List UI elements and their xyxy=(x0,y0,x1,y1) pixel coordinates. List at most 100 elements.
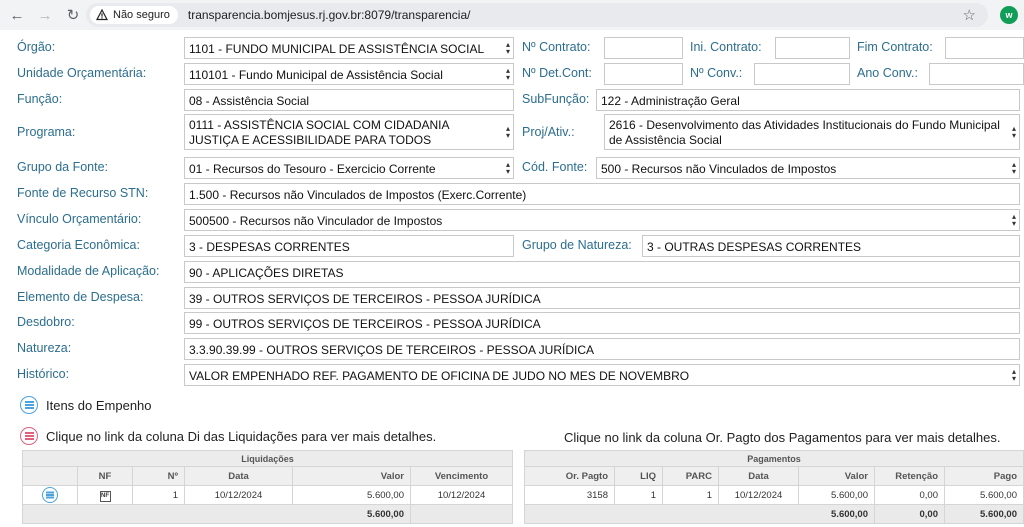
nf-document-icon[interactable]: NF xyxy=(99,490,111,502)
col-data: Data xyxy=(718,466,799,486)
liquidacoes-hint-text: Clique no link da coluna Di das Liquidaç… xyxy=(46,428,437,444)
n-cell: 1 xyxy=(132,485,185,505)
orgao-value: 1101 - FUNDO MUNICIPAL DE ASSISTÊNCIA SO… xyxy=(189,42,485,56)
select-arrows-icon: ▴ ▾ xyxy=(505,160,510,176)
funcao-field[interactable]: 08 - Assistência Social xyxy=(184,89,514,111)
col-pago: Pago xyxy=(944,466,1024,486)
total-pago: 5.600,00 xyxy=(944,504,1024,524)
liquidacoes-table: Liquidações NF Nº Data Valor Vencimento … xyxy=(22,450,513,524)
ano-conv-input[interactable] xyxy=(929,63,1024,85)
col-valor: Valor xyxy=(292,466,411,486)
col-vencimento: Vencimento xyxy=(410,466,513,486)
forward-arrow-icon[interactable]: → xyxy=(34,4,56,26)
fim-contrato-label: Fim Contrato: xyxy=(857,40,933,54)
funcao-label: Função: xyxy=(17,92,63,106)
orgao-label: Órgão: xyxy=(17,40,56,54)
proj-ativ-select[interactable]: 2616 - Desenvolvimento das Atividades In… xyxy=(604,114,1020,150)
elemento-field[interactable]: 39 - OUTROS SERVIÇOS DE TERCEIROS - PESS… xyxy=(184,287,1020,309)
natureza-field[interactable]: 3.3.90.39.99 - OUTROS SERVIÇOS DE TERCEI… xyxy=(184,338,1020,360)
vencimento-cell: 10/12/2024 xyxy=(410,485,513,505)
fim-contrato-input[interactable] xyxy=(945,37,1024,59)
total-spacer xyxy=(410,504,513,524)
programa-value: 0111 - ASSISTÊNCIA SOCIAL COM CIDADANIA … xyxy=(189,118,449,147)
categoria-label: Categoria Econômica: xyxy=(17,238,140,252)
proj-ativ-value: 2616 - Desenvolvimento das Atividades In… xyxy=(609,118,1000,147)
n-det-cont-input[interactable] xyxy=(604,63,683,85)
programa-select[interactable]: 0111 - ASSISTÊNCIA SOCIAL COM CIDADANIA … xyxy=(184,114,514,150)
col-data: Data xyxy=(184,466,293,486)
col-parc: PARC xyxy=(662,466,719,486)
select-arrows-icon: ▴ ▾ xyxy=(1011,212,1016,228)
retencao-cell: 0,00 xyxy=(874,485,945,505)
select-arrows-icon: ▴ ▾ xyxy=(1011,367,1016,383)
col-liq: LIQ xyxy=(614,466,663,486)
back-arrow-icon[interactable]: ← xyxy=(6,4,28,26)
historico-value: VALOR EMPENHADO REF. PAGAMENTO DE OFICIN… xyxy=(189,369,690,383)
cod-fonte-select[interactable]: 500 - Recursos não Vinculados de Imposto… xyxy=(596,157,1020,179)
modalidade-field[interactable]: 90 - APLICAÇÕES DIRETAS xyxy=(184,261,1020,283)
unidade-label: Unidade Orçamentária: xyxy=(17,66,147,80)
total-row: 5.600,00 0,00 5.600,00 xyxy=(524,504,1024,524)
vinculo-select[interactable]: 500500 - Recursos não Vinculador de Impo… xyxy=(184,209,1020,231)
table-row: NF 1 10/12/2024 5.600,00 10/12/2024 xyxy=(22,485,513,505)
ano-conv-label: Ano Conv.: xyxy=(857,66,918,80)
proj-ativ-label: Proj/Ativ.: xyxy=(522,125,575,139)
select-arrows-icon: ▴ ▾ xyxy=(1011,124,1016,140)
n-contrato-input[interactable] xyxy=(604,37,683,59)
valor-cell: 5.600,00 xyxy=(798,485,875,505)
itens-empenho-link[interactable]: Itens do Empenho xyxy=(20,396,152,414)
security-label: Não seguro xyxy=(113,9,170,21)
col-n: Nº xyxy=(132,466,185,486)
grupo-fonte-label: Grupo da Fonte: xyxy=(17,160,109,174)
di-cell[interactable] xyxy=(22,485,78,505)
reload-icon[interactable]: ↻ xyxy=(62,4,84,26)
valor-cell: 5.600,00 xyxy=(292,485,411,505)
unidade-value: 110101 - Fundo Municipal de Assistência … xyxy=(189,68,443,82)
or-pagto-cell[interactable]: 3158 xyxy=(524,485,615,505)
warning-icon xyxy=(96,9,108,21)
categoria-field[interactable]: 3 - DESPESAS CORRENTES xyxy=(184,235,514,257)
list-icon[interactable] xyxy=(42,487,58,503)
address-bar[interactable]: Não seguro transparencia.bomjesus.rj.gov… xyxy=(86,3,988,27)
security-chip[interactable]: Não seguro xyxy=(90,6,178,24)
select-arrows-icon: ▴ ▾ xyxy=(505,66,510,82)
cod-fonte-value: 500 - Recursos não Vinculados de Imposto… xyxy=(601,162,837,176)
desdobro-field[interactable]: 99 - OUTROS SERVIÇOS DE TERCEIROS - PESS… xyxy=(184,312,1020,334)
list-icon xyxy=(20,396,38,414)
pagamentos-hint: Clique no link da coluna Or. Pagto dos P… xyxy=(564,430,1001,445)
profile-avatar[interactable]: w xyxy=(1000,6,1018,24)
ini-contrato-input[interactable] xyxy=(775,37,850,59)
total-valor: 5.600,00 xyxy=(524,504,875,524)
total-retencao: 0,00 xyxy=(874,504,945,524)
vinculo-value: 500500 - Recursos não Vinculador de Impo… xyxy=(189,214,443,228)
empenho-form: Órgão: 1101 - FUNDO MUNICIPAL DE ASSISTÊ… xyxy=(0,30,1024,390)
desdobro-label: Desdobro: xyxy=(17,315,75,329)
url-text[interactable]: transparencia.bomjesus.rj.gov.br:8079/tr… xyxy=(188,8,471,22)
fonte-stn-field[interactable]: 1.500 - Recursos não Vinculados de Impos… xyxy=(184,183,1020,205)
subfuncao-label: SubFunção: xyxy=(522,92,590,106)
col-nf: NF xyxy=(77,466,133,486)
fonte-stn-label: Fonte de Recurso STN: xyxy=(17,186,149,200)
bookmark-star-icon[interactable]: ☆ xyxy=(963,6,976,24)
list-icon xyxy=(20,427,38,445)
vinculo-label: Vínculo Orçamentário: xyxy=(17,212,142,226)
data-cell: 10/12/2024 xyxy=(184,485,293,505)
unidade-select[interactable]: 110101 - Fundo Municipal de Assistência … xyxy=(184,63,514,85)
col-valor: Valor xyxy=(798,466,875,486)
table-row: 3158 1 1 10/12/2024 5.600,00 0,00 5.600,… xyxy=(524,485,1024,505)
col-di xyxy=(22,466,78,486)
grupo-natureza-field[interactable]: 3 - OUTRAS DESPESAS CORRENTES xyxy=(642,235,1020,257)
total-row: 5.600,00 xyxy=(22,504,513,524)
nf-cell[interactable]: NF xyxy=(77,485,133,505)
pagamentos-table: Pagamentos Or. Pagto LIQ PARC Data Valor… xyxy=(524,450,1024,524)
grupo-fonte-select[interactable]: 01 - Recursos do Tesouro - Exercicio Cor… xyxy=(184,157,514,179)
n-conv-input[interactable] xyxy=(754,63,850,85)
cod-fonte-label: Cód. Fonte: xyxy=(522,160,588,174)
orgao-select[interactable]: 1101 - FUNDO MUNICIPAL DE ASSISTÊNCIA SO… xyxy=(184,37,514,59)
historico-field[interactable]: VALOR EMPENHADO REF. PAGAMENTO DE OFICIN… xyxy=(184,364,1020,386)
pago-cell: 5.600,00 xyxy=(944,485,1024,505)
programa-label: Programa: xyxy=(17,125,76,139)
modalidade-label: Modalidade de Aplicação: xyxy=(17,264,160,278)
subfuncao-field[interactable]: 122 - Administração Geral xyxy=(596,89,1020,111)
liquidacoes-title: Liquidações xyxy=(22,450,513,467)
